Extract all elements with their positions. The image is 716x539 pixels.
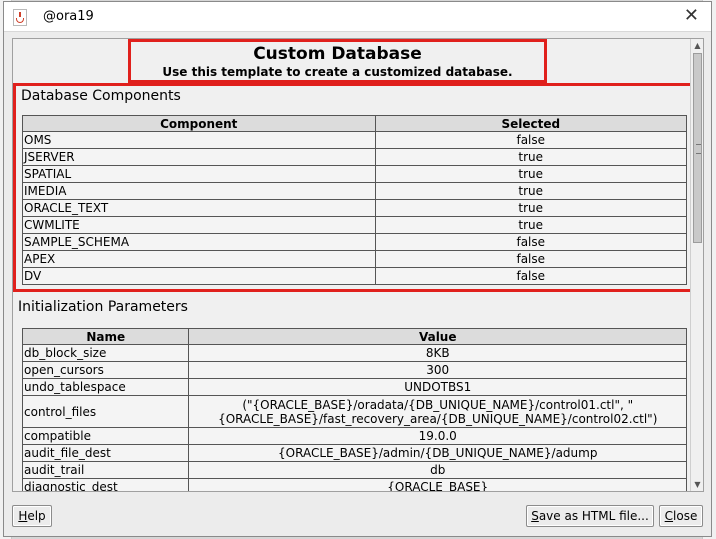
init-params-table: Name Value db_block_size 8KB open_cursors 30…: [21, 328, 687, 491]
row-value-cell: false: [374, 250, 687, 268]
comp-header-0: Component: [22, 115, 376, 132]
table-row: diagnostic_dest {ORACLE_BASE}: [21, 478, 687, 491]
page-content: Custom Database Use this template to cre…: [13, 39, 690, 491]
row-value-cell: 300: [188, 361, 687, 379]
title-bar: @ora19 ✕: [4, 2, 711, 32]
scroll-down-icon[interactable]: ▼: [691, 478, 703, 491]
row-value-cell: true: [374, 165, 687, 183]
row-name-cell: OMS: [22, 131, 376, 149]
table-row: compatible 19.0.0: [21, 427, 687, 445]
row-value-cell: 8KB: [188, 344, 687, 362]
row-value-cell: UNDOTBS1: [188, 378, 687, 396]
row-value-cell: 19.0.0: [188, 427, 687, 445]
table-row: DV false: [22, 267, 687, 285]
row-name-cell: compatible: [21, 427, 190, 445]
row-name-cell: JSERVER: [22, 148, 376, 166]
table-row: ORACLE_TEXT true: [22, 199, 687, 217]
param-header-0: Name: [21, 328, 190, 345]
row-name-cell: open_cursors: [21, 361, 190, 379]
row-name-cell: CWMLITE: [22, 216, 376, 234]
close-icon[interactable]: ✕: [684, 5, 699, 26]
row-value-cell: db: [188, 461, 687, 479]
row-value-cell: false: [374, 233, 687, 251]
row-value-cell: {ORACLE_BASE}/admin/{DB_UNIQUE_NAME}/adu…: [188, 444, 687, 462]
table-row: control_files ("{ORACLE_BASE}/oradata/{DB…: [21, 395, 687, 428]
components-section-title: Database Components: [21, 88, 181, 104]
table-row: open_cursors 300: [21, 361, 687, 379]
row-value-cell: false: [374, 267, 687, 285]
page-subtitle: Use this template to create a customized…: [162, 65, 513, 79]
table-row: undo_tablespace UNDOTBS1: [21, 378, 687, 396]
help-button[interactable]: Help: [12, 505, 52, 527]
row-value-cell: true: [374, 148, 687, 166]
row-name-cell: diagnostic_dest: [21, 478, 190, 491]
row-value-cell: true: [374, 216, 687, 234]
close-button[interactable]: Close: [659, 505, 703, 527]
row-name-cell: SAMPLE_SCHEMA: [22, 233, 376, 251]
row-value-cell: ("{ORACLE_BASE}/oradata/{DB_UNIQUE_NAME}…: [188, 395, 687, 428]
row-name-cell: APEX: [22, 250, 376, 268]
table-row: OMS false: [22, 131, 687, 149]
row-name-cell: IMEDIA: [22, 182, 376, 200]
page-title: Custom Database: [253, 44, 422, 64]
comp-header-1: Selected: [374, 115, 687, 132]
table-row: audit_file_dest {ORACLE_BASE}/admin/{DB_U…: [21, 444, 687, 462]
table-row: JSERVER true: [22, 148, 687, 166]
save-mnemonic: S: [531, 509, 539, 523]
table-row: APEX false: [22, 250, 687, 268]
row-name-cell: audit_trail: [21, 461, 190, 479]
table-row: SAMPLE_SCHEMA false: [22, 233, 687, 251]
content-pane: Custom Database Use this template to cre…: [12, 38, 704, 492]
row-name-cell: DV: [22, 267, 376, 285]
save-label: ave as HTML file...: [538, 509, 649, 523]
row-name-cell: control_files: [21, 395, 190, 428]
summary-dialog: @ora19 ✕ Custom Database Use this templa…: [3, 1, 712, 537]
row-value-cell: true: [374, 199, 687, 217]
database-components-section: Database Components Component Selected OM…: [13, 83, 690, 292]
table-row: db_block_size 8KB: [21, 344, 687, 362]
row-name-cell: db_block_size: [21, 344, 190, 362]
row-name-cell: undo_tablespace: [21, 378, 190, 396]
row-value-cell: {ORACLE_BASE}: [188, 478, 687, 491]
java-icon: [13, 9, 27, 26]
row-value-cell: false: [374, 131, 687, 149]
template-header: Custom Database Use this template to cre…: [128, 39, 547, 83]
help-label: elp: [27, 509, 46, 523]
table-row: SPATIAL true: [22, 165, 687, 183]
close-mnemonic: C: [664, 509, 674, 523]
components-table: Component Selected OMS false JSERVER true SPA…: [22, 115, 687, 285]
table-row: audit_trail db: [21, 461, 687, 479]
close-label: lose: [673, 509, 698, 523]
window-title: @ora19: [43, 9, 94, 24]
row-value-cell: true: [374, 182, 687, 200]
param-header-1: Value: [188, 328, 687, 345]
row-name-cell: ORACLE_TEXT: [22, 199, 376, 217]
init-params-section-title: Initialization Parameters: [18, 299, 188, 315]
vertical-scrollbar[interactable]: ▲ ▼: [690, 39, 703, 491]
save-html-button[interactable]: Save as HTML file...: [526, 505, 654, 527]
table-row: CWMLITE true: [22, 216, 687, 234]
help-mnemonic: H: [18, 509, 28, 523]
scroll-thumb[interactable]: [693, 53, 702, 243]
scroll-up-icon[interactable]: ▲: [691, 39, 703, 52]
row-name-cell: SPATIAL: [22, 165, 376, 183]
table-row: IMEDIA true: [22, 182, 687, 200]
row-name-cell: audit_file_dest: [21, 444, 190, 462]
